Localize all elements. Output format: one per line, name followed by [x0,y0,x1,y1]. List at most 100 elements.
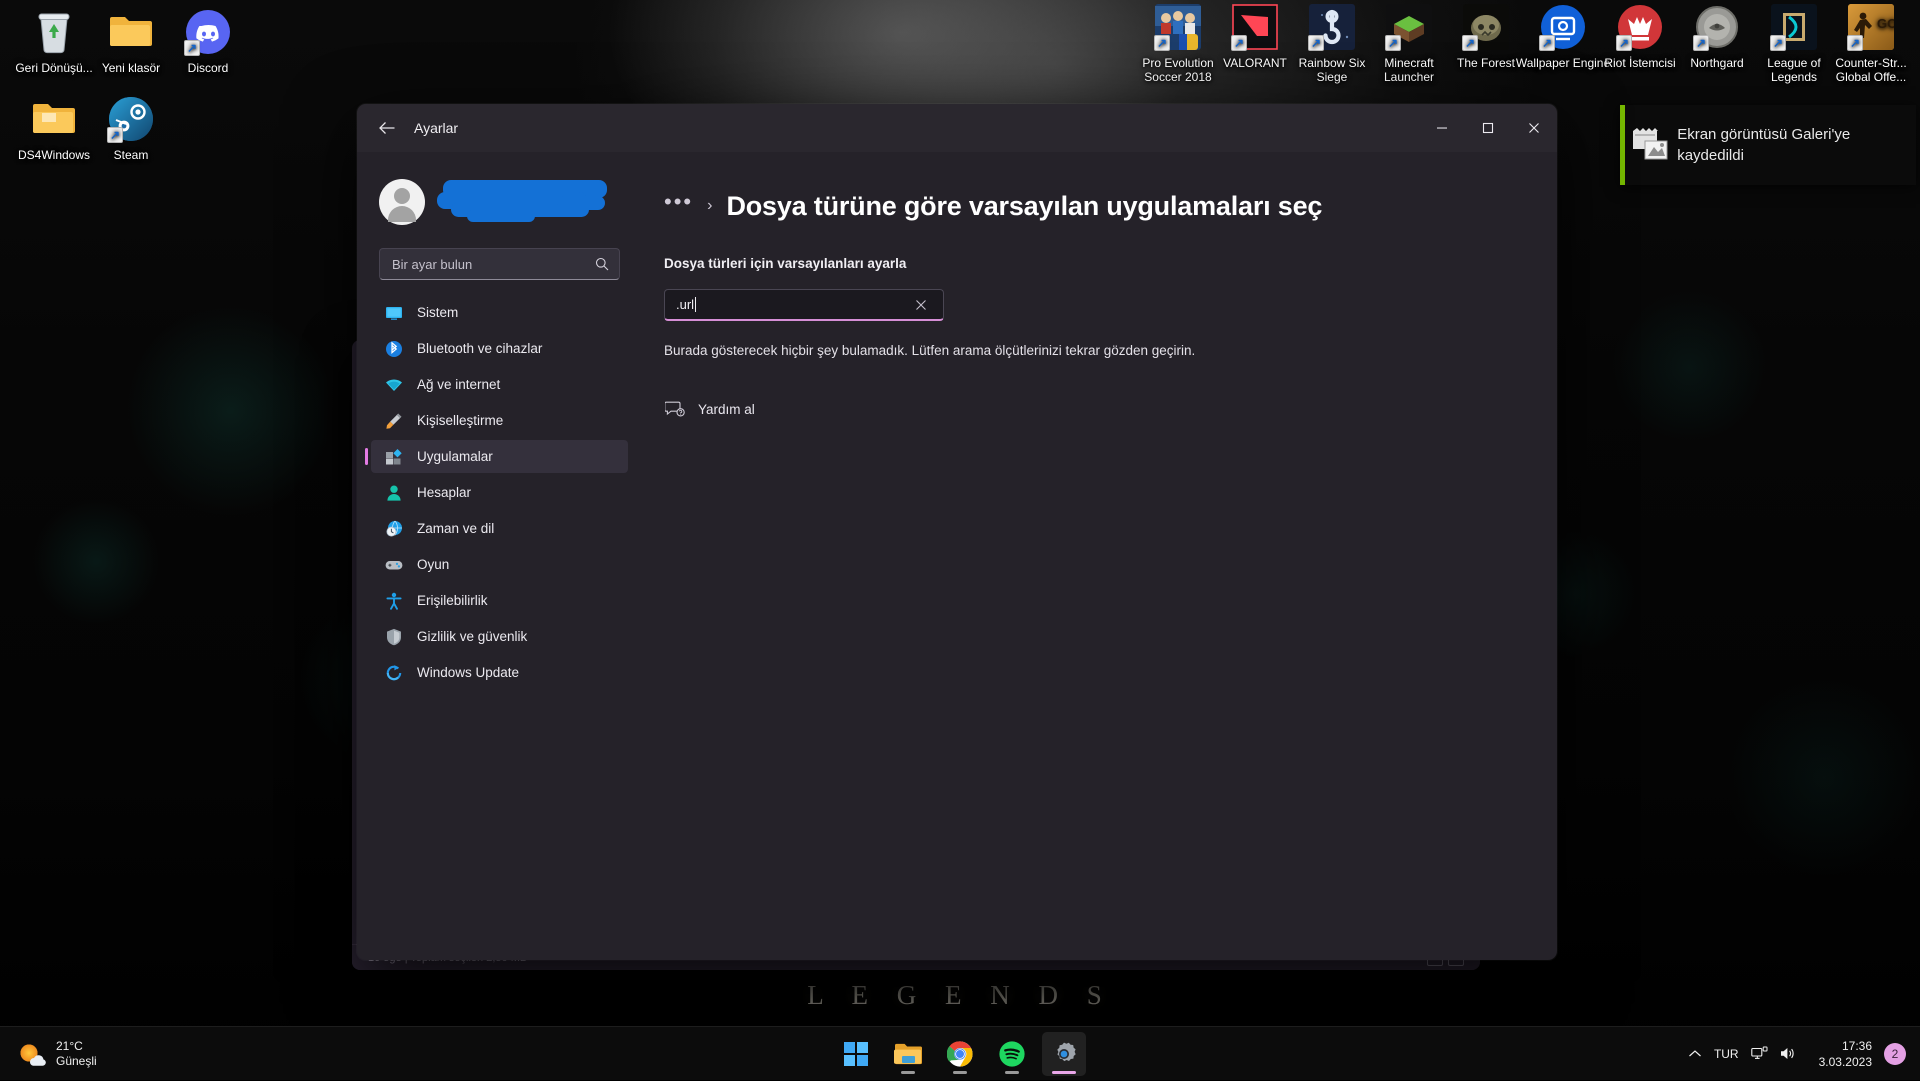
search-input[interactable]: Bir ayar bulun [379,248,620,280]
filter-row: .url [664,289,1557,321]
valorant-icon [1231,3,1279,51]
file-explorer-icon [894,1042,922,1066]
shield-icon [385,628,403,646]
minecraft-launcher-icon [1385,3,1433,51]
close-button[interactable] [1511,104,1557,152]
settings-window[interactable]: Ayarlar [357,104,1557,960]
taskbar-app-list [834,1027,1086,1081]
taskbar-settings[interactable] [1042,1032,1086,1076]
accessibility-icon [385,592,403,610]
sidebar-item-uygulamalar[interactable]: Uygulamalar [371,440,628,473]
shortcut-overlay-icon [1770,35,1786,51]
shortcut-overlay-icon [1847,35,1863,51]
shortcut-overlay-icon [1462,35,1478,51]
running-indicator [1005,1071,1019,1074]
clock-globe-icon [385,520,403,538]
desktop-icon-label: Discord [160,61,256,75]
desktop-icon-counter-strike[interactable]: GO Counter-Str... Global Offe... [1823,3,1919,84]
shortcut-overlay-icon [107,127,123,143]
svg-text:GO: GO [1877,16,1894,31]
clock-date: 3.03.2023 [1819,1055,1872,1069]
window-caption-buttons [1419,104,1557,152]
language-indicator[interactable]: TUR [1714,1047,1739,1061]
paintbrush-icon [385,412,403,430]
taskbar-spotify[interactable] [990,1032,1034,1076]
avatar-body [388,206,416,222]
avatar[interactable] [379,179,425,225]
file-type-filter-input[interactable]: .url [664,289,944,321]
section-label: Dosya türleri için varsayılanları ayarla [664,256,1557,271]
account-profile[interactable] [357,152,642,238]
sidebar-item-label: Gizlilik ve güvenlik [417,629,527,644]
get-help-row[interactable]: Yardım al [664,398,1557,420]
chevron-up-icon[interactable] [1688,1049,1702,1059]
weather-condition: Güneşli [56,1054,97,1068]
tray-icons[interactable]: TUR [1678,1034,1807,1074]
maximize-button[interactable] [1465,104,1511,152]
sunny-cloud-icon [18,1041,46,1067]
sidebar-item-label: Kişiselleştirme [417,413,503,428]
taskbar-file-explorer[interactable] [886,1032,930,1076]
sidebar-item-windows-update[interactable]: Windows Update [371,656,628,689]
network-icon[interactable] [1751,1046,1768,1061]
desktop-icon-discord[interactable]: Discord [160,8,256,75]
notification-badge[interactable]: 2 [1884,1043,1906,1065]
settings-sidebar: Bir ayar bulun Sistem Bluetooth ve cihazl… [357,152,642,960]
search-icon [595,257,609,271]
desktop-icon-label: Counter-Str... Global Offe... [1823,56,1919,84]
back-button[interactable] [369,112,405,144]
monitor-icon [385,304,403,322]
league-of-legends-icon [1770,3,1818,51]
taskbar-google-chrome[interactable] [938,1032,982,1076]
bluetooth-icon [385,340,403,358]
avatar-head [394,188,410,204]
sidebar-item-sistem[interactable]: Sistem [371,296,628,329]
help-chat-icon [664,398,686,420]
notification-toast[interactable]: Ekran görüntüsü Galeri'ye kaydedildi [1620,105,1916,185]
desktop-icon-label: Steam [83,148,179,162]
empty-results-message: Burada gösterecek hiçbir şey bulamadık. … [664,343,1557,358]
volume-icon[interactable] [1780,1046,1797,1061]
the-forest-icon [1462,3,1510,51]
ds4windows-icon [30,95,78,143]
weather-widget[interactable]: 21°C Güneşli [0,1032,97,1076]
sidebar-item-ki-iselle-tirme[interactable]: Kişiselleştirme [371,404,628,437]
running-indicator [953,1071,967,1074]
shortcut-overlay-icon [1385,35,1401,51]
toast-message: Ekran görüntüsü Galeri'ye kaydedildi [1677,124,1916,166]
minimize-button[interactable] [1419,104,1465,152]
get-help-link[interactable]: Yardım al [698,402,755,417]
sidebar-item-a-ve-internet[interactable]: Ağ ve internet [371,368,628,401]
window-title: Ayarlar [414,120,458,136]
sidebar-item-label: Ağ ve internet [417,377,500,392]
wifi-icon [385,376,403,394]
sidebar-item-hesaplar[interactable]: Hesaplar [371,476,628,509]
sidebar-item-label: Oyun [417,557,449,572]
breadcrumb-overflow-button[interactable]: ••• [664,196,693,216]
shortcut-overlay-icon [1539,35,1555,51]
sidebar-item-label: Erişilebilirlik [417,593,488,608]
settings-titlebar: Ayarlar [357,104,1557,152]
sidebar-item-label: Bluetooth ve cihazlar [417,341,542,356]
sidebar-item-oyun[interactable]: Oyun [371,548,628,581]
shortcut-overlay-icon [1616,35,1632,51]
clock[interactable]: 17:36 3.03.2023 [1811,1038,1880,1070]
sidebar-item-label: Uygulamalar [417,449,493,464]
sidebar-item-zaman-ve-dil[interactable]: Zaman ve dil [371,512,628,545]
gamepad-icon [385,556,403,574]
google-chrome-icon [947,1041,973,1067]
sidebar-item-eri-ilebilirlik[interactable]: Erişilebilirlik [371,584,628,617]
shortcut-overlay-icon [184,40,200,56]
rainbow-six-siege-icon [1308,3,1356,51]
wallpaper-title: L E G E N D S [0,980,1920,1011]
recycle-bin-icon [30,8,78,56]
settings-nav-list: Sistem Bluetooth ve cihazlar Ağ ve interne… [357,296,642,689]
taskbar: 21°C Güneşli TUR [0,1026,1920,1080]
close-icon[interactable] [915,299,935,311]
sidebar-item-gizlilik-ve-g-venlik[interactable]: Gizlilik ve güvenlik [371,620,628,653]
taskbar-start-button[interactable] [834,1032,878,1076]
desktop-icon-steam[interactable]: Steam [83,95,179,162]
desktop[interactable]: L E G E N D S Geri Dönüşü... Yeni klasör… [0,0,1920,1080]
account-name-redaction [437,176,617,228]
sidebar-item-bluetooth-ve-cihazlar[interactable]: Bluetooth ve cihazlar [371,332,628,365]
